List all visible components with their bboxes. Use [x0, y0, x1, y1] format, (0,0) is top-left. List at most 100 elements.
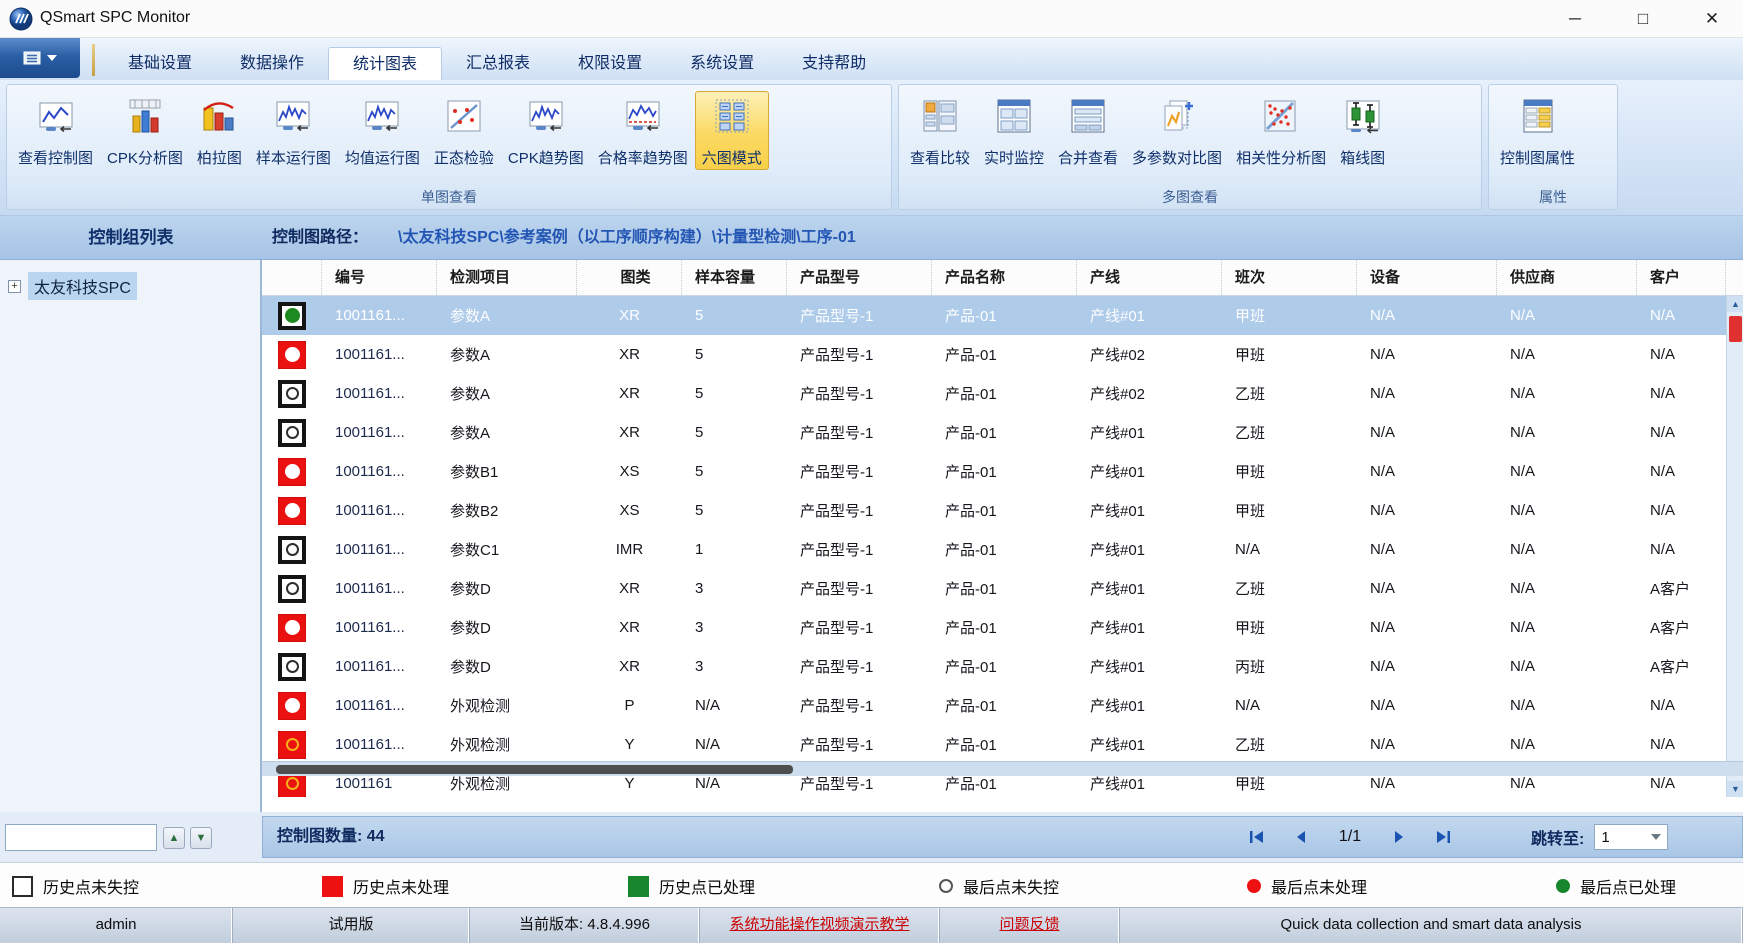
- ribbon-button-相关性分析图[interactable]: 相关性分析图: [1229, 91, 1333, 170]
- ribbon-button-查看比较[interactable]: 查看比较: [903, 91, 977, 170]
- title-bar: QSmart SPC Monitor ─ □ ✕: [0, 0, 1743, 38]
- column-header-status[interactable]: [262, 260, 322, 295]
- cell-id: 1001161...: [322, 463, 437, 480]
- cell-device: N/A: [1357, 736, 1497, 753]
- close-button[interactable]: ✕: [1689, 0, 1735, 38]
- prev-page-button[interactable]: [1287, 823, 1315, 851]
- cell-device: N/A: [1357, 697, 1497, 714]
- cell-sample_size: N/A: [682, 736, 787, 753]
- ribbon-button-六图模式[interactable]: 六图模式: [695, 91, 769, 170]
- table-header-row: 编号检测项目图类样本容量产品型号产品名称产线班次设备供应商客户: [262, 260, 1743, 296]
- vertical-scroll-thumb[interactable]: [1729, 316, 1742, 342]
- column-header-产线[interactable]: 产线: [1077, 260, 1222, 295]
- table-row[interactable]: 1001161...外观检测PN/A产品型号-1产品-01产线#01N/AN/A…: [262, 686, 1743, 725]
- column-header-供应商[interactable]: 供应商: [1497, 260, 1637, 295]
- status-link[interactable]: 问题反馈: [940, 908, 1120, 943]
- cell-item: 外观检测: [437, 734, 577, 755]
- horizontal-scroll-thumb[interactable]: [276, 765, 793, 774]
- vertical-scrollbar[interactable]: ▲ ▼: [1726, 296, 1743, 797]
- column-header-客户[interactable]: 客户: [1637, 260, 1726, 295]
- square-white-icon: [12, 876, 33, 897]
- tree-expander-icon[interactable]: +: [8, 280, 21, 293]
- ribbon-button-箱线图[interactable]: 箱线图: [1333, 91, 1392, 170]
- table-row[interactable]: 1001161...参数AXR5产品型号-1产品-01产线#01甲班N/AN/A…: [262, 296, 1743, 335]
- find-next-button[interactable]: ▼: [190, 827, 212, 849]
- ribbon-button-实时监控[interactable]: 实时监控: [977, 91, 1051, 170]
- legend-item: 历史点未处理: [322, 863, 449, 909]
- jump-to-select[interactable]: 1: [1594, 824, 1668, 850]
- tab-统计图表[interactable]: 统计图表: [328, 47, 442, 80]
- table-row[interactable]: 1001161...参数B1XS5产品型号-1产品-01产线#01甲班N/AN/…: [262, 452, 1743, 491]
- boxplot-icon: [1344, 97, 1382, 140]
- table-row[interactable]: 1001161...参数C1IMR1产品型号-1产品-01产线#01N/AN/A…: [262, 530, 1743, 569]
- app-logo-icon: [9, 7, 33, 31]
- ribbon-button-样本运行图[interactable]: 样本运行图: [249, 91, 338, 170]
- column-header-编号[interactable]: 编号: [322, 260, 437, 295]
- first-page-button[interactable]: [1243, 823, 1271, 851]
- table-row[interactable]: 1001161...参数DXR3产品型号-1产品-01产线#01甲班N/AN/A…: [262, 608, 1743, 647]
- column-header-图类[interactable]: 图类: [577, 260, 682, 295]
- cell-item: 参数D: [437, 617, 577, 638]
- status-link[interactable]: 系统功能操作视频演示教学: [700, 908, 940, 943]
- column-header-产品型号[interactable]: 产品型号: [787, 260, 932, 295]
- cell-id: 1001161...: [322, 619, 437, 636]
- ribbon-button-柏拉图[interactable]: 柏拉图: [190, 91, 249, 170]
- column-header-样本容量[interactable]: 样本容量: [682, 260, 787, 295]
- tree-node-root[interactable]: + 太友科技SPC: [0, 260, 260, 300]
- ribbon-button-查看控制图[interactable]: 查看控制图: [11, 91, 100, 170]
- column-header-产品名称[interactable]: 产品名称: [932, 260, 1077, 295]
- ribbon-group-title: 属性: [1489, 187, 1617, 207]
- scroll-up-icon[interactable]: ▲: [1727, 296, 1743, 312]
- next-page-button[interactable]: [1385, 823, 1413, 851]
- table-row[interactable]: 1001161...外观检测YN/A产品型号-1产品-01产线#01乙班N/AN…: [262, 725, 1743, 764]
- table-row[interactable]: 1001161...参数DXR3产品型号-1产品-01产线#01乙班N/AN/A…: [262, 569, 1743, 608]
- column-header-班次[interactable]: 班次: [1222, 260, 1357, 295]
- tab-汇总报表[interactable]: 汇总报表: [442, 47, 554, 80]
- last-page-button[interactable]: [1429, 823, 1457, 851]
- maximize-button[interactable]: □: [1620, 0, 1666, 38]
- column-header-检测项目[interactable]: 检测项目: [437, 260, 577, 295]
- ribbon-button-控制图属性[interactable]: 控制图属性: [1493, 91, 1582, 170]
- control-group-list-title: 控制组列表: [0, 216, 262, 260]
- cell-chart_type: Y: [577, 775, 682, 792]
- ribbon-button-CPK趋势图[interactable]: CPK趋势图: [501, 91, 591, 170]
- control-chart-table: 编号检测项目图类样本容量产品型号产品名称产线班次设备供应商客户 1001161.…: [262, 260, 1743, 812]
- minimize-button[interactable]: ─: [1552, 0, 1598, 38]
- column-header-设备[interactable]: 设备: [1357, 260, 1497, 295]
- find-prev-button[interactable]: ▲: [163, 827, 185, 849]
- tab-基础设置[interactable]: 基础设置: [104, 47, 216, 80]
- horizontal-scrollbar[interactable]: [262, 761, 1743, 776]
- ribbon-button-CPK分析图[interactable]: CPK分析图: [100, 91, 190, 170]
- tab-系统设置[interactable]: 系统设置: [666, 47, 778, 80]
- cell-customer: N/A: [1637, 463, 1726, 480]
- ribbon-button-正态检验[interactable]: 正态检验: [427, 91, 501, 170]
- tab-支持帮助[interactable]: 支持帮助: [778, 47, 890, 80]
- cell-product: 产品-01: [932, 656, 1077, 677]
- app-menu-button[interactable]: [0, 38, 80, 78]
- tab-权限设置[interactable]: 权限设置: [554, 47, 666, 80]
- status-cell: [262, 536, 322, 564]
- cell-item: 参数A: [437, 305, 577, 326]
- ribbon-button-label: 柏拉图: [197, 147, 242, 168]
- ribbon-button-多参数对比图[interactable]: 多参数对比图: [1125, 91, 1229, 170]
- ribbon-button-合格率趋势图[interactable]: 合格率趋势图: [591, 91, 695, 170]
- table-row[interactable]: 1001161...参数AXR5产品型号-1产品-01产线#02乙班N/AN/A…: [262, 374, 1743, 413]
- search-input[interactable]: [5, 824, 157, 851]
- table-row[interactable]: 1001161...参数AXR5产品型号-1产品-01产线#02甲班N/AN/A…: [262, 335, 1743, 374]
- ribbon-button-label: 控制图属性: [1500, 147, 1575, 168]
- realtime-monitor-icon: [995, 97, 1033, 140]
- table-row[interactable]: 1001161...参数AXR5产品型号-1产品-01产线#01乙班N/AN/A…: [262, 413, 1743, 452]
- scroll-down-icon[interactable]: ▼: [1727, 781, 1743, 797]
- dropdown-arrow-icon: [1651, 834, 1661, 840]
- tab-数据操作[interactable]: 数据操作: [216, 47, 328, 80]
- ribbon-button-均值运行图[interactable]: 均值运行图: [338, 91, 427, 170]
- cell-supplier: N/A: [1497, 541, 1637, 558]
- ribbon-button-label: 查看比较: [910, 147, 970, 168]
- cell-sample_size: N/A: [682, 697, 787, 714]
- tree-node-label[interactable]: 太友科技SPC: [28, 272, 137, 300]
- table-row[interactable]: 1001161...参数DXR3产品型号-1产品-01产线#01丙班N/AN/A…: [262, 647, 1743, 686]
- legend-label: 最后点未失控: [963, 874, 1059, 898]
- cell-id: 1001161...: [322, 736, 437, 753]
- ribbon-button-合并查看[interactable]: 合并查看: [1051, 91, 1125, 170]
- table-row[interactable]: 1001161...参数B2XS5产品型号-1产品-01产线#01甲班N/AN/…: [262, 491, 1743, 530]
